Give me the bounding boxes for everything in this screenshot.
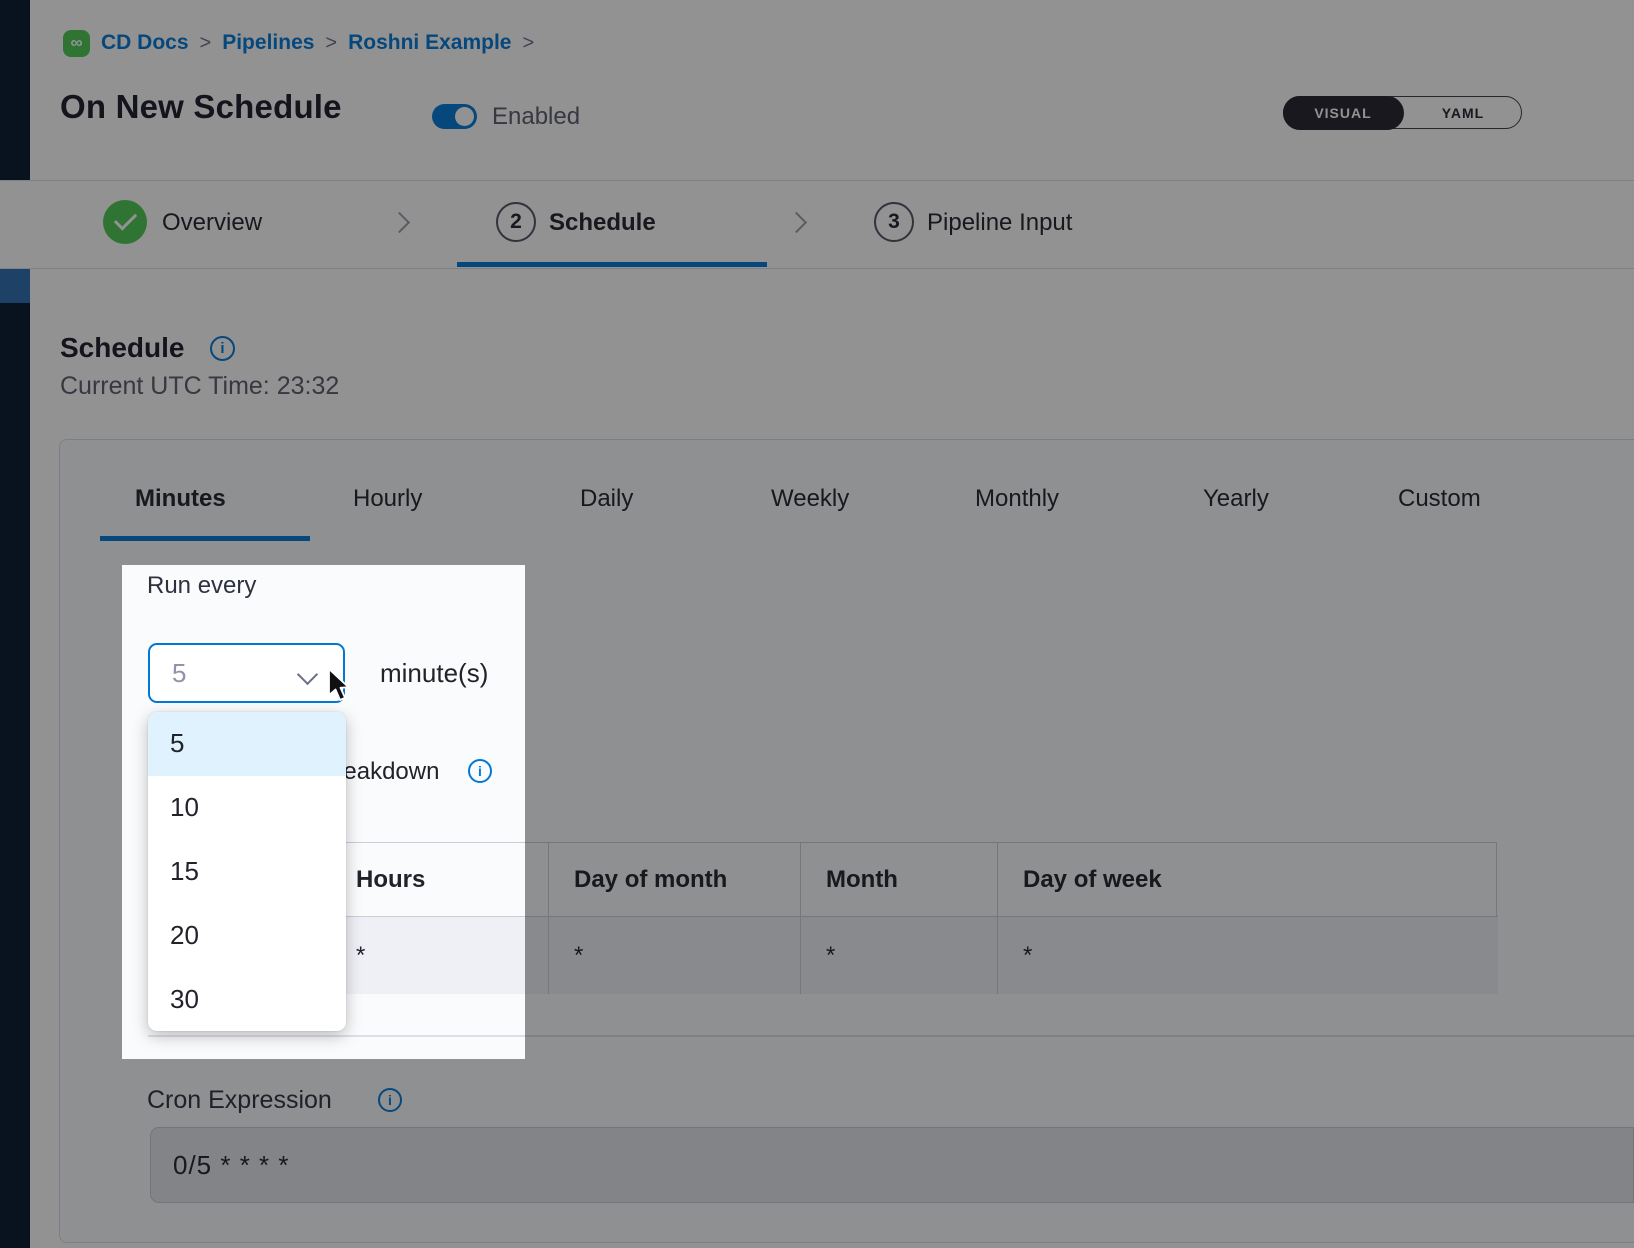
- col-header-day-of-week: Day of week: [998, 843, 1498, 917]
- tab-hourly[interactable]: Hourly: [353, 485, 422, 513]
- breadcrumb-link-cd-docs[interactable]: CD Docs: [101, 31, 189, 55]
- visual-yaml-toggle: VISUAL YAML: [1283, 96, 1522, 129]
- tab-minutes[interactable]: Minutes: [135, 485, 226, 513]
- cell-day-of-week: *: [998, 917, 1498, 994]
- cell-month: *: [801, 917, 998, 994]
- schedule-heading: Schedule: [60, 332, 184, 364]
- step-schedule[interactable]: Schedule: [549, 209, 656, 237]
- enabled-toggle[interactable]: [432, 104, 477, 129]
- yaml-tab[interactable]: YAML: [1405, 97, 1521, 128]
- col-header-day-of-month: Day of month: [549, 843, 801, 917]
- dropdown-option-15[interactable]: 15: [148, 840, 346, 904]
- tab-custom[interactable]: Custom: [1398, 485, 1481, 513]
- dropdown-option-5[interactable]: 5: [148, 712, 346, 776]
- cron-expression-value: 0/5 * * * *: [173, 1150, 290, 1181]
- tab-yearly[interactable]: Yearly: [1203, 485, 1269, 513]
- active-tab-underline: [100, 536, 310, 541]
- schedule-info-icon[interactable]: i: [210, 336, 235, 361]
- breadcrumb-separator: >: [325, 32, 337, 55]
- breadcrumb-link-roshni-example[interactable]: Roshni Example: [348, 31, 511, 55]
- cell-day-of-month: *: [549, 917, 801, 994]
- check-mark: [114, 207, 137, 230]
- step-overview[interactable]: Overview: [162, 209, 262, 237]
- dropdown-option-10[interactable]: 10: [148, 776, 346, 840]
- toggle-knob: [455, 107, 474, 126]
- visual-tab[interactable]: VISUAL: [1283, 96, 1404, 130]
- cron-expression-info-icon[interactable]: i: [378, 1088, 402, 1112]
- dropdown-option-20[interactable]: 20: [148, 903, 346, 967]
- step-complete-check-icon: [103, 200, 147, 244]
- breadcrumb-link-pipelines[interactable]: Pipelines: [222, 31, 314, 55]
- step-3-number-icon: 3: [874, 202, 914, 242]
- active-step-underline: [457, 262, 767, 267]
- breadcrumb-separator: >: [523, 32, 535, 55]
- breadcrumb: ∞ CD Docs > Pipelines > Roshni Example >: [63, 28, 534, 58]
- enabled-label: Enabled: [492, 104, 580, 130]
- step-pipeline-input[interactable]: Pipeline Input: [927, 209, 1072, 237]
- cron-expression-input[interactable]: 0/5 * * * *: [150, 1127, 1634, 1203]
- step-2-number-icon: 2: [496, 202, 536, 242]
- cron-expression-label: Cron Expression: [147, 1086, 332, 1115]
- dropdown-option-30[interactable]: 30: [148, 967, 346, 1031]
- tab-daily[interactable]: Daily: [580, 485, 633, 513]
- col-header-month: Month: [801, 843, 998, 917]
- tab-weekly[interactable]: Weekly: [771, 485, 849, 513]
- tab-monthly[interactable]: Monthly: [975, 485, 1059, 513]
- minutes-dropdown-menu: 5 10 15 20 30: [148, 712, 346, 1031]
- mouse-cursor-icon: [327, 668, 354, 709]
- page-title: On New Schedule: [60, 88, 342, 126]
- utc-time-text: Current UTC Time: 23:32: [60, 372, 339, 401]
- breadcrumb-separator: >: [200, 32, 212, 55]
- project-pipeline-icon: ∞: [63, 30, 90, 57]
